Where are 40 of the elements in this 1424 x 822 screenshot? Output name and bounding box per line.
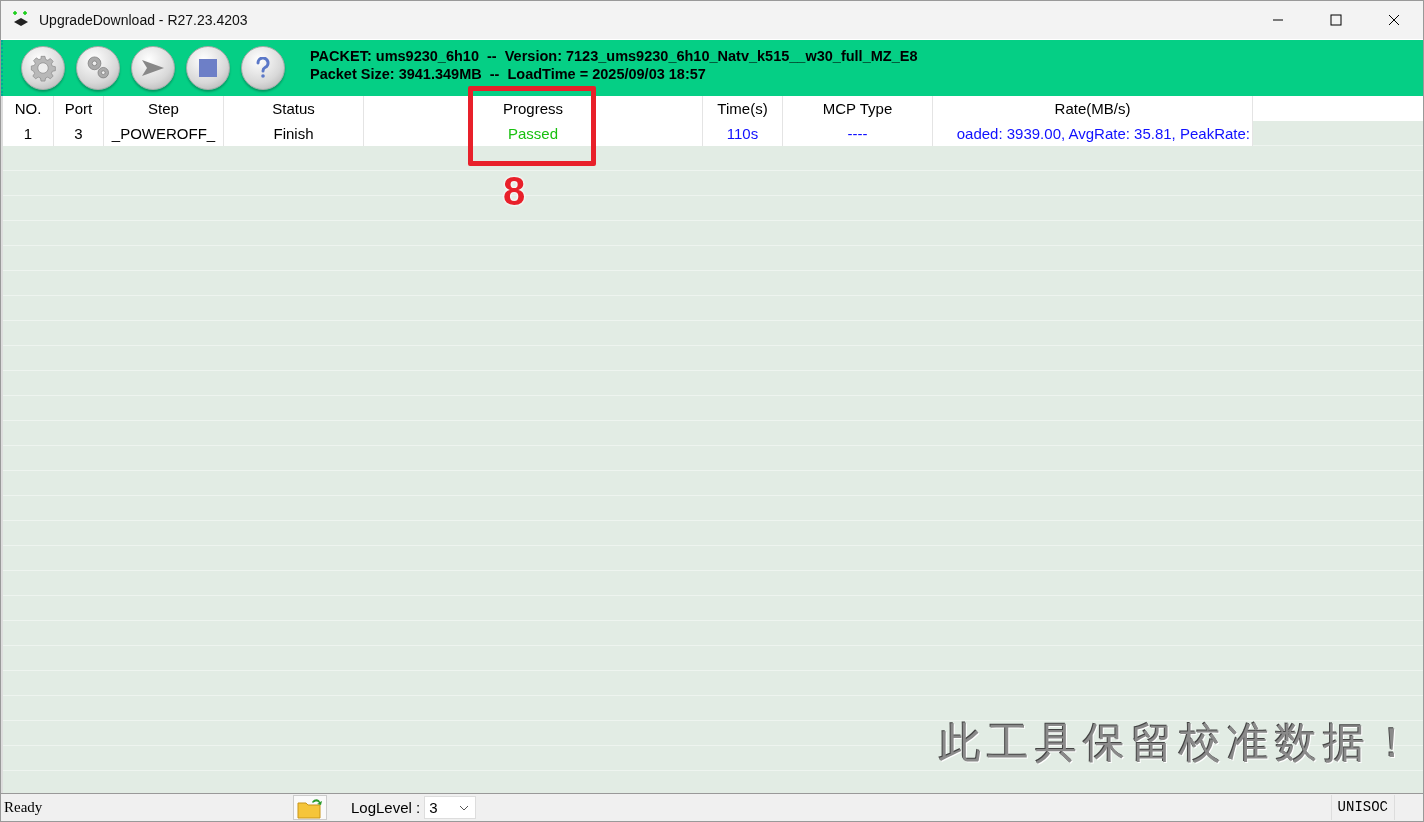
notice-text: 此工具保留校准数据！ [939, 717, 1419, 769]
stop-button[interactable] [186, 46, 230, 90]
arrow-icon [141, 59, 165, 77]
options-button[interactable] [76, 46, 120, 90]
gears-icon [84, 54, 112, 82]
open-folder-button[interactable] [293, 795, 327, 820]
stop-icon [199, 59, 217, 77]
maximize-icon [1330, 14, 1342, 26]
table-cell: Finish [224, 121, 364, 146]
column-header[interactable]: NO. [3, 96, 54, 121]
table-cell: Passed [364, 121, 703, 146]
packet-info-text: Packet Size: 3941.349MB -- LoadTime = 2025/09/03 18:57 [310, 65, 707, 83]
chevron-down-icon [459, 804, 470, 811]
table-cell: oaded: 3939.00, AvgRate: 35.81, PeakRate: [933, 121, 1253, 146]
table-cell: ---- [783, 121, 933, 146]
table-cell: 110s [703, 121, 783, 146]
gear-icon [29, 54, 57, 82]
column-header[interactable]: Time(s) [703, 96, 783, 121]
column-header[interactable]: Port [54, 96, 104, 121]
column-header[interactable]: Step [104, 96, 224, 121]
column-header[interactable]: MCP Type [783, 96, 933, 121]
log-level-label: LogLevel : [351, 799, 421, 816]
vendor-text: UNISOC [1330, 795, 1395, 820]
column-header[interactable]: Rate(MB/s) [933, 96, 1253, 121]
log-level-select[interactable]: 3 [424, 796, 477, 819]
packet-info-text: PACKET: ums9230_6h10 -- Version: 7123_ums9230_6h10_Natv_k515__w30_full_MZ_E8 [310, 47, 919, 65]
help-button[interactable] [241, 46, 285, 90]
folder-icon [296, 796, 324, 819]
table-cell: _POWEROFF_ [104, 121, 224, 146]
window-title: UpgradeDownload - R27.23.4203 [39, 12, 249, 28]
question-mark-icon [256, 57, 270, 79]
close-icon [1388, 14, 1400, 26]
table-cell: 3 [54, 121, 104, 146]
column-header[interactable]: Status [224, 96, 364, 121]
column-header[interactable]: Progress [364, 96, 703, 121]
step-number: 8 [503, 169, 526, 213]
status-text: Ready [4, 799, 44, 816]
settings-button[interactable] [21, 46, 65, 90]
table-cell: 1 [3, 121, 54, 146]
start-button[interactable] [131, 46, 175, 90]
